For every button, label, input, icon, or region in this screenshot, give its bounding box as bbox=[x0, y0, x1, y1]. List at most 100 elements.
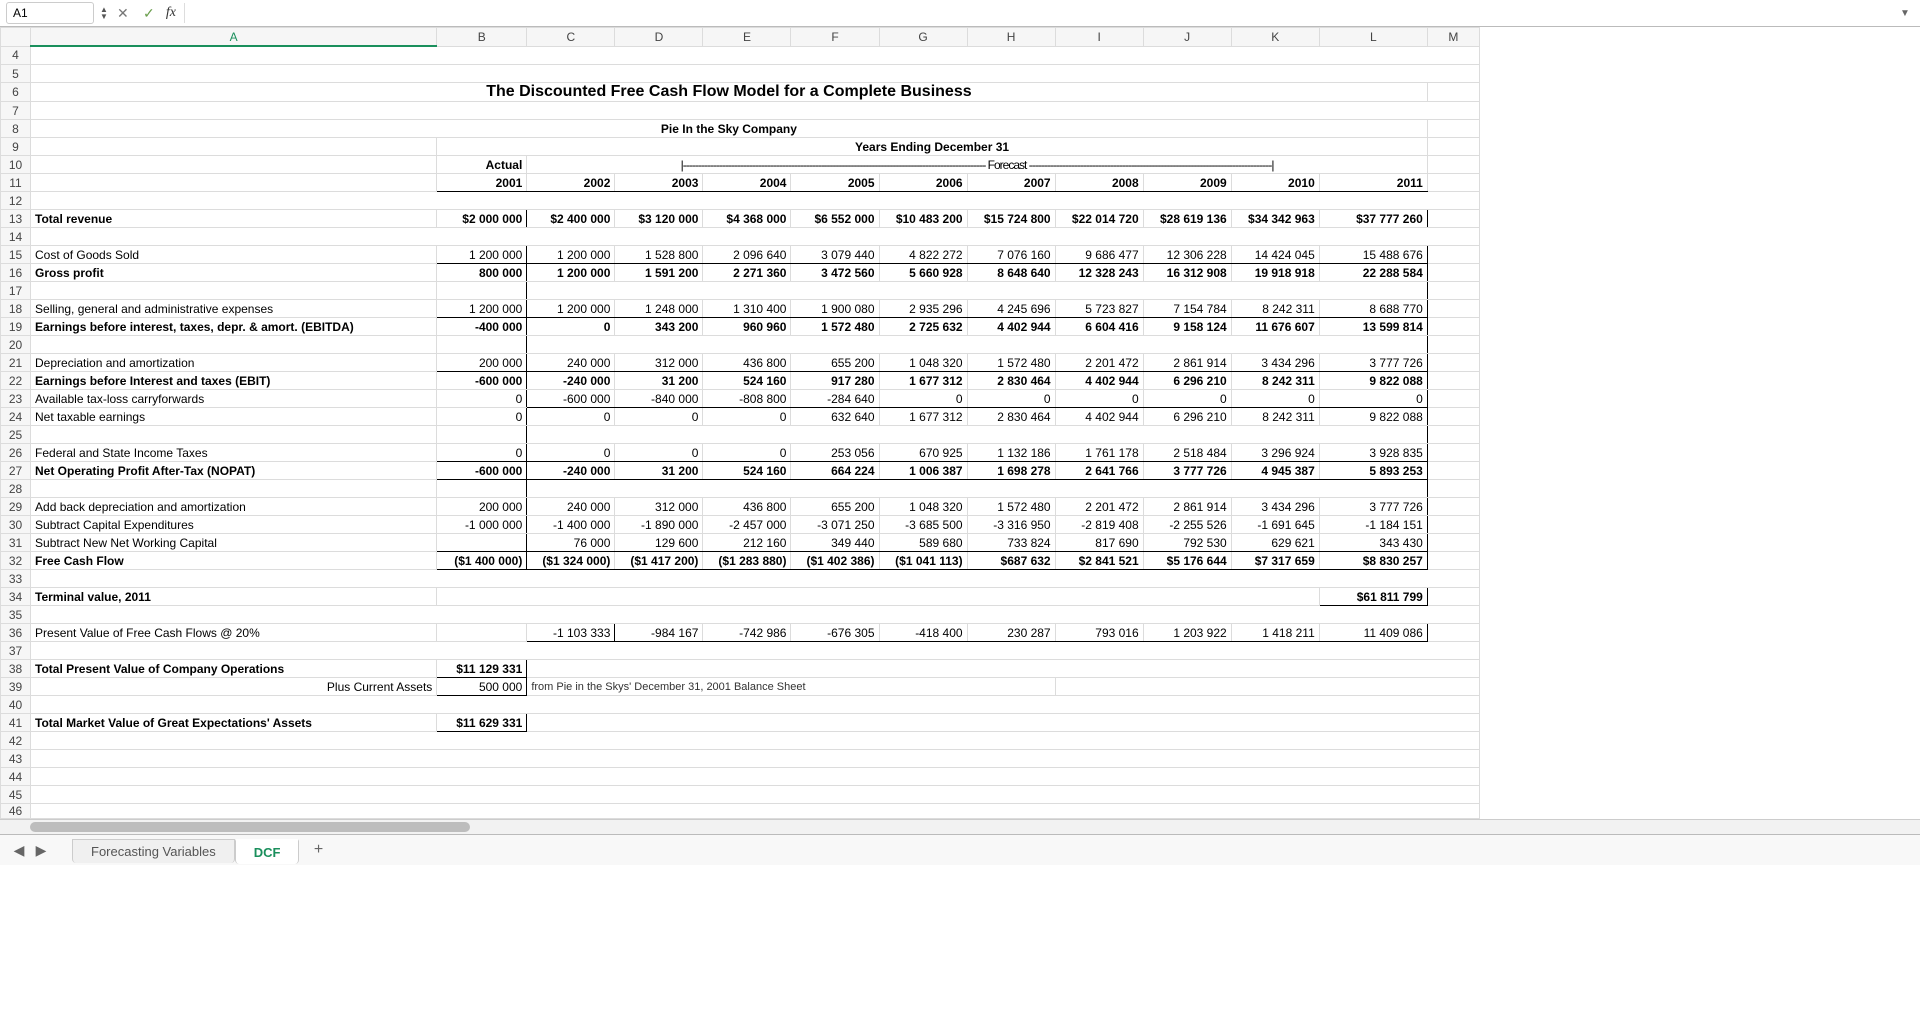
spinner-down-icon[interactable]: ▼ bbox=[100, 14, 108, 20]
cell[interactable]: 8 242 311 bbox=[1231, 408, 1319, 426]
cell[interactable]: 200 000 bbox=[437, 354, 527, 372]
cell[interactable]: 5 893 253 bbox=[1319, 462, 1427, 480]
cell[interactable]: 3 434 296 bbox=[1231, 354, 1319, 372]
cell[interactable]: 524 160 bbox=[703, 462, 791, 480]
cell[interactable]: 8 688 770 bbox=[1319, 300, 1427, 318]
cell[interactable]: 1 200 000 bbox=[527, 246, 615, 264]
cell[interactable]: 4 402 944 bbox=[1055, 408, 1143, 426]
cell[interactable]: 4 402 944 bbox=[967, 318, 1055, 336]
cell[interactable]: 240 000 bbox=[527, 354, 615, 372]
cell[interactable]: $37 777 260 bbox=[1319, 210, 1427, 228]
cell[interactable]: 1 677 312 bbox=[879, 372, 967, 390]
cell[interactable]: 2 830 464 bbox=[967, 372, 1055, 390]
row-header[interactable]: 42 bbox=[1, 732, 31, 750]
formula-input[interactable] bbox=[184, 3, 1892, 23]
total-market-value[interactable]: $11 629 331 bbox=[437, 714, 527, 732]
cell[interactable]: 6 296 210 bbox=[1143, 408, 1231, 426]
cell[interactable]: ($1 417 200) bbox=[615, 552, 703, 570]
col-header[interactable]: I bbox=[1055, 28, 1143, 47]
cell[interactable]: 8 648 640 bbox=[967, 264, 1055, 282]
cell[interactable]: 1 200 000 bbox=[527, 300, 615, 318]
cell[interactable]: 11 676 607 bbox=[1231, 318, 1319, 336]
cell[interactable]: 664 224 bbox=[791, 462, 879, 480]
row-header[interactable]: 19 bbox=[1, 318, 31, 336]
cell[interactable]: $2 841 521 bbox=[1055, 552, 1143, 570]
row-header[interactable]: 29 bbox=[1, 498, 31, 516]
cell[interactable]: $8 830 257 bbox=[1319, 552, 1427, 570]
col-header[interactable]: L bbox=[1319, 28, 1427, 47]
cell[interactable]: 2 830 464 bbox=[967, 408, 1055, 426]
fx-icon[interactable]: fx bbox=[166, 5, 176, 21]
cell[interactable]: 3 472 560 bbox=[791, 264, 879, 282]
cell[interactable]: 1 048 320 bbox=[879, 354, 967, 372]
cell[interactable]: 14 424 045 bbox=[1231, 246, 1319, 264]
cell[interactable]: -808 800 bbox=[703, 390, 791, 408]
cell[interactable]: 2 201 472 bbox=[1055, 354, 1143, 372]
cell[interactable]: 436 800 bbox=[703, 498, 791, 516]
cell[interactable]: -2 255 526 bbox=[1143, 516, 1231, 534]
cell[interactable]: 5 660 928 bbox=[879, 264, 967, 282]
cell[interactable]: 349 440 bbox=[791, 534, 879, 552]
cell[interactable]: -1 691 645 bbox=[1231, 516, 1319, 534]
cell[interactable]: 0 bbox=[527, 444, 615, 462]
cell[interactable]: 0 bbox=[1055, 390, 1143, 408]
cell[interactable]: $5 176 644 bbox=[1143, 552, 1231, 570]
name-box-spinner[interactable]: ▲ ▼ bbox=[100, 7, 108, 20]
cell[interactable]: 632 640 bbox=[791, 408, 879, 426]
cell[interactable]: 1 698 278 bbox=[967, 462, 1055, 480]
row-header[interactable]: 9 bbox=[1, 138, 31, 156]
cell[interactable]: 2 861 914 bbox=[1143, 498, 1231, 516]
cell[interactable]: -1 890 000 bbox=[615, 516, 703, 534]
cancel-formula-button[interactable]: ✕ bbox=[112, 3, 134, 23]
cell[interactable]: 524 160 bbox=[703, 372, 791, 390]
col-header[interactable]: G bbox=[879, 28, 967, 47]
sheet-tab-dcf[interactable]: DCF bbox=[235, 839, 300, 864]
cell[interactable]: 733 824 bbox=[967, 534, 1055, 552]
cell[interactable]: 1 006 387 bbox=[879, 462, 967, 480]
row-header[interactable]: 14 bbox=[1, 228, 31, 246]
col-header[interactable]: F bbox=[791, 28, 879, 47]
cell[interactable]: 15 488 676 bbox=[1319, 246, 1427, 264]
row-header[interactable]: 8 bbox=[1, 120, 31, 138]
row-header[interactable]: 6 bbox=[1, 83, 31, 102]
cell[interactable]: 0 bbox=[1319, 390, 1427, 408]
cell[interactable]: 0 bbox=[1143, 390, 1231, 408]
cell[interactable]: $10 483 200 bbox=[879, 210, 967, 228]
row-header[interactable]: 13 bbox=[1, 210, 31, 228]
cell[interactable]: -3 685 500 bbox=[879, 516, 967, 534]
cell[interactable]: 629 621 bbox=[1231, 534, 1319, 552]
cell[interactable]: 2 861 914 bbox=[1143, 354, 1231, 372]
cell[interactable]: -984 167 bbox=[615, 624, 703, 642]
row-header[interactable]: 38 bbox=[1, 660, 31, 678]
cell[interactable]: -2 457 000 bbox=[703, 516, 791, 534]
row-header[interactable]: 27 bbox=[1, 462, 31, 480]
cell[interactable]: 0 bbox=[703, 444, 791, 462]
row-header[interactable]: 37 bbox=[1, 642, 31, 660]
cell[interactable]: 1 572 480 bbox=[967, 498, 1055, 516]
cell[interactable] bbox=[437, 624, 527, 642]
cell[interactable]: 212 160 bbox=[703, 534, 791, 552]
row-header[interactable]: 16 bbox=[1, 264, 31, 282]
cell[interactable]: -1 000 000 bbox=[437, 516, 527, 534]
cell[interactable]: 312 000 bbox=[615, 498, 703, 516]
cell[interactable]: 1 900 080 bbox=[791, 300, 879, 318]
cell[interactable]: 0 bbox=[437, 408, 527, 426]
cell[interactable]: 2 271 360 bbox=[703, 264, 791, 282]
row-header[interactable]: 45 bbox=[1, 786, 31, 804]
cell[interactable]: ($1 324 000) bbox=[527, 552, 615, 570]
row-header[interactable]: 33 bbox=[1, 570, 31, 588]
cell[interactable]: 22 288 584 bbox=[1319, 264, 1427, 282]
row-header[interactable]: 41 bbox=[1, 714, 31, 732]
cell[interactable]: $15 724 800 bbox=[967, 210, 1055, 228]
cell[interactable]: 436 800 bbox=[703, 354, 791, 372]
col-header[interactable]: B bbox=[437, 28, 527, 47]
cell[interactable]: -418 400 bbox=[879, 624, 967, 642]
row-header[interactable]: 28 bbox=[1, 480, 31, 498]
row-header[interactable]: 24 bbox=[1, 408, 31, 426]
total-pv-value[interactable]: $11 129 331 bbox=[437, 660, 527, 678]
cell[interactable]: 4 245 696 bbox=[967, 300, 1055, 318]
cell[interactable]: 3 777 726 bbox=[1319, 354, 1427, 372]
row-header[interactable]: 7 bbox=[1, 102, 31, 120]
cell[interactable]: 2 201 472 bbox=[1055, 498, 1143, 516]
cell[interactable]: 0 bbox=[437, 390, 527, 408]
